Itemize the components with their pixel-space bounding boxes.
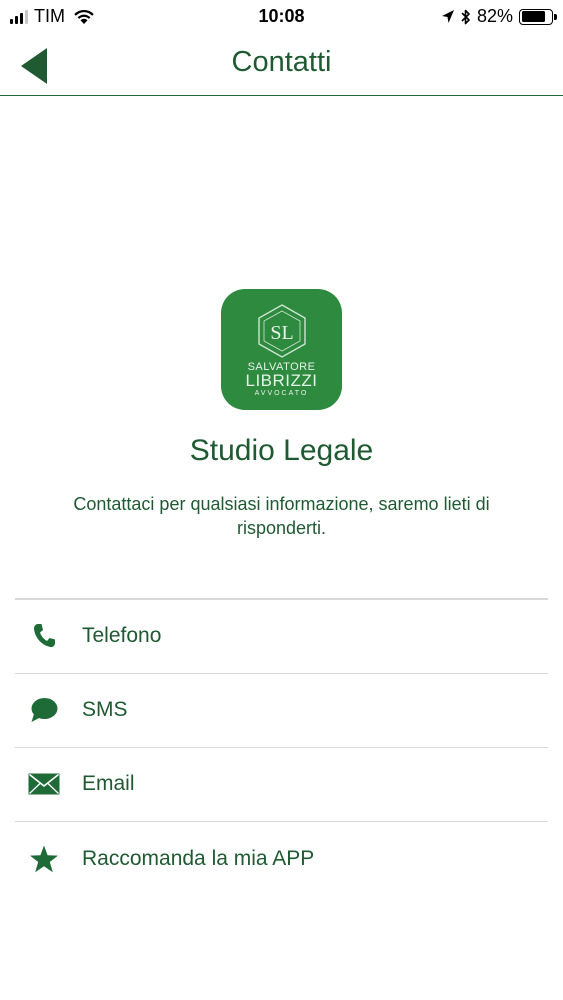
- bluetooth-icon: [461, 9, 470, 24]
- contact-item-telefono[interactable]: Telefono: [15, 600, 548, 674]
- contact-item-email[interactable]: Email: [15, 748, 548, 822]
- contact-item-raccomanda[interactable]: Raccomanda la mia APP: [15, 822, 548, 896]
- contact-label-raccomanda: Raccomanda la mia APP: [82, 846, 315, 870]
- logo-lastname: LIBRIZZI: [245, 371, 318, 390]
- contact-label-telefono: Telefono: [82, 624, 162, 647]
- status-right: 82%: [441, 6, 557, 27]
- status-bar: TIM 10:08 82%: [0, 0, 563, 34]
- contacts-screen: TIM 10:08 82% Contatti SL SALVATORE LIBR…: [0, 0, 563, 1000]
- navigation-bar: Contatti: [0, 34, 563, 96]
- location-arrow-icon: [441, 9, 454, 23]
- contact-list: Telefono SMS Email Raccomanda la mia APP: [15, 598, 548, 896]
- phone-icon: [28, 620, 60, 652]
- studio-title: Studio Legale: [189, 434, 374, 467]
- logo-hexagon-icon: SL: [257, 304, 306, 358]
- chat-bubble-icon: [28, 694, 60, 726]
- battery-tip: [554, 13, 557, 20]
- battery-level-fill: [521, 11, 546, 22]
- app-logo: SL SALVATORE LIBRIZZI AVVOCATO: [221, 289, 342, 410]
- contact-item-sms[interactable]: SMS: [15, 674, 548, 748]
- contact-label-email: Email: [82, 772, 135, 795]
- logo-profession: AVVOCATO: [254, 390, 309, 397]
- page-title: Contatti: [231, 46, 332, 78]
- battery-icon: [519, 8, 557, 25]
- battery-percent: 82%: [476, 6, 513, 26]
- studio-description: Contattaci per qualsiasi informazione, s…: [73, 494, 490, 538]
- star-icon: [28, 843, 60, 875]
- envelope-icon: [28, 768, 60, 800]
- contact-label-sms: SMS: [82, 698, 128, 721]
- logo-monogram: SL: [270, 322, 293, 344]
